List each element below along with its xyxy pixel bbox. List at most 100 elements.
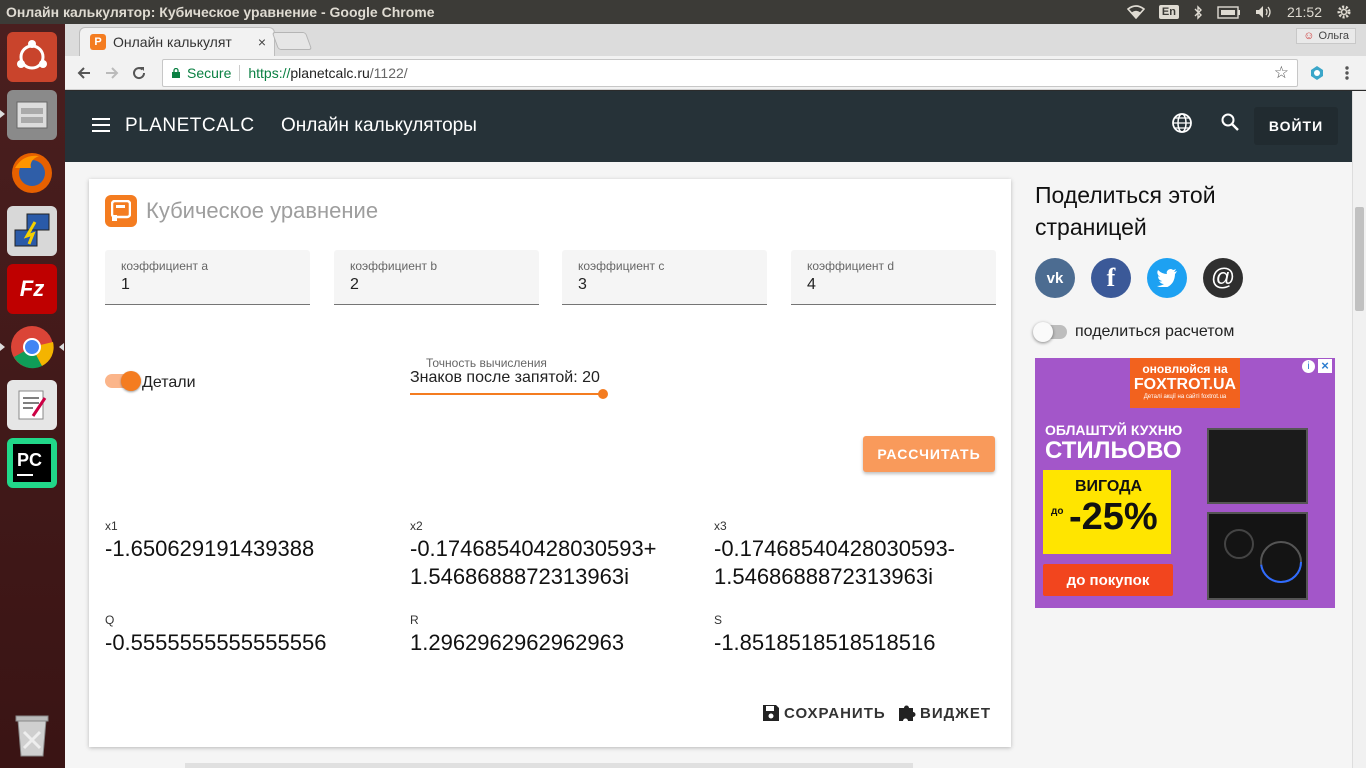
pycharm-icon[interactable]: PC: [7, 438, 57, 488]
coefficient-d-input[interactable]: [807, 276, 987, 294]
precision-label: Точность вычисления: [426, 356, 547, 370]
share-calculation-toggle[interactable]: [1033, 322, 1067, 342]
tab-close-icon[interactable]: ×: [258, 34, 266, 50]
hamburger-menu-icon[interactable]: [92, 118, 110, 136]
back-icon[interactable]: [73, 62, 95, 84]
scrollbar-thumb[interactable]: [1355, 207, 1364, 311]
browser-toolbar: Secure https:// planetcalc.ru /1122/ ☆: [65, 56, 1366, 90]
chrome-icon[interactable]: [7, 322, 57, 372]
save-button[interactable]: СОХРАНИТЬ: [761, 703, 886, 723]
ad-close-icon[interactable]: ×: [1318, 359, 1332, 373]
lock-icon: [172, 68, 180, 78]
firefox-icon[interactable]: [7, 148, 57, 198]
result-label: x1: [105, 519, 118, 533]
precision-value: Знаков после запятой: 20: [410, 369, 600, 386]
filezilla-icon[interactable]: Fz: [7, 264, 57, 314]
coefficient-b-label: коэффициент b: [350, 259, 438, 273]
ad-cta-button[interactable]: до покупок: [1043, 564, 1173, 596]
widget-label: ВИДЖЕТ: [920, 704, 992, 722]
calculator-title: Кубическое уравнение: [146, 198, 379, 223]
site-brand[interactable]: PLANETCALC: [125, 115, 255, 137]
files-icon[interactable]: [7, 90, 57, 140]
result-label: R: [410, 613, 419, 627]
keyboard-language-indicator[interactable]: En: [1158, 5, 1179, 19]
ad-promo1: ВИГОДА: [1075, 478, 1143, 495]
ad-line2: FOXTROT.UA: [1133, 376, 1237, 393]
result-x3: x3 -0.17468540428030593- 1.5468688872313…: [714, 519, 1004, 591]
email-icon[interactable]: @: [1203, 258, 1243, 298]
result-x1: x1 -1.650629191439388: [105, 519, 395, 563]
facebook-icon[interactable]: f: [1091, 258, 1131, 298]
tab-title: Онлайн калькулят: [113, 34, 232, 50]
profile-icon: ☺: [1303, 30, 1315, 42]
bluetooth-icon[interactable]: [1193, 4, 1203, 20]
coefficient-b-input[interactable]: [350, 276, 530, 294]
forward-icon[interactable]: [101, 62, 123, 84]
ad-oven-image: [1207, 428, 1308, 504]
coefficient-c-label: коэффициент c: [578, 259, 665, 273]
widget-button[interactable]: ВИДЖЕТ: [897, 703, 991, 723]
search-icon[interactable]: [1220, 112, 1240, 132]
coefficient-d-label: коэффициент d: [807, 259, 895, 273]
calculator-card: Кубическое уравнение коэффициент a коэфф…: [89, 179, 1011, 747]
twitter-icon[interactable]: [1147, 258, 1187, 298]
browser-tab[interactable]: P Онлайн калькулят ×: [79, 27, 275, 56]
planetcalc-favicon-icon: P: [90, 34, 106, 50]
ad-heading1: ОБЛАШТУЙ КУХНЮ: [1045, 422, 1183, 438]
secure-label: Secure: [187, 65, 232, 81]
extension-icon[interactable]: [1306, 62, 1328, 84]
result-value: -0.5555555555555556: [105, 630, 327, 655]
coefficient-b-field[interactable]: коэффициент b: [334, 250, 539, 305]
launcher: Fz PC: [0, 24, 65, 768]
ad-promo-box: ВИГОДА до -25%: [1043, 470, 1171, 554]
share-calculation-label: поделиться расчетом: [1075, 323, 1235, 340]
ubuntu-dash-icon[interactable]: [7, 32, 57, 82]
calculate-button[interactable]: РАССЧИТАТЬ: [863, 436, 995, 472]
reload-icon[interactable]: [128, 62, 150, 84]
profile-button[interactable]: ☺ Ольга: [1296, 28, 1356, 44]
ad-line3: Деталі акції на сайті foxtrot.ua: [1143, 394, 1227, 400]
os-top-bar: Онлайн калькулятор: Кубическое уравнение…: [0, 0, 1366, 24]
remote-desktop-icon[interactable]: [7, 206, 57, 256]
battery-icon[interactable]: [1217, 5, 1241, 19]
address-bar[interactable]: Secure https:// planetcalc.ru /1122/ ☆: [162, 59, 1298, 87]
puzzle-piece-icon: [899, 705, 916, 721]
tab-strip: P Онлайн калькулят × ☺ Ольга: [65, 24, 1366, 56]
text-editor-icon[interactable]: [7, 380, 57, 430]
coefficient-c-input[interactable]: [578, 276, 758, 294]
trash-icon[interactable]: [7, 710, 57, 760]
result-value: 1.2962962962962963: [410, 630, 625, 655]
volume-icon[interactable]: [1255, 5, 1273, 19]
vk-icon[interactable]: vk: [1035, 258, 1075, 298]
ad-info-icon[interactable]: i: [1302, 360, 1315, 373]
result-r: R 1.2962962962962963: [410, 613, 700, 657]
globe-icon[interactable]: [1171, 112, 1193, 134]
advertisement-banner[interactable]: оновлюйся на FOXTROT.UA Деталі акції на …: [1035, 358, 1335, 608]
ad-foxtrot-header: оновлюйся на FOXTROT.UA Деталі акції на …: [1130, 358, 1240, 408]
clock[interactable]: 21:52: [1287, 4, 1322, 20]
coefficient-d-field[interactable]: коэффициент d: [791, 250, 996, 305]
new-tab-button[interactable]: [271, 32, 313, 50]
wifi-icon[interactable]: [1126, 5, 1145, 19]
save-label: СОХРАНИТЬ: [784, 704, 886, 722]
site-subtitle[interactable]: Онлайн калькуляторы: [281, 115, 477, 137]
coefficient-c-field[interactable]: коэффициент c: [562, 250, 767, 305]
browser-menu-icon[interactable]: [1336, 62, 1358, 84]
bookmark-star-icon[interactable]: ☆: [1274, 63, 1289, 83]
ad-promo2: до: [1051, 506, 1064, 517]
login-button[interactable]: ВОЙТИ: [1254, 107, 1338, 145]
coefficient-a-field[interactable]: коэффициент a: [105, 250, 310, 305]
precision-slider-thumb[interactable]: [598, 389, 608, 399]
url-host: planetcalc.ru: [290, 65, 370, 81]
result-value: -0.17468540428030593+ 1.5468688872313963…: [410, 536, 657, 589]
details-toggle[interactable]: [105, 371, 141, 391]
gear-icon[interactable]: [1336, 4, 1352, 20]
result-value: -1.650629191439388: [105, 536, 315, 561]
page-scrollbar[interactable]: [1352, 91, 1366, 768]
coefficient-a-input[interactable]: [121, 276, 301, 294]
url-scheme: https://: [248, 65, 291, 81]
precision-slider[interactable]: [410, 389, 608, 399]
web-page: PLANETCALC Онлайн калькуляторы ВОЙТИ Куб…: [65, 91, 1352, 768]
coefficient-a-label: коэффициент a: [121, 259, 209, 273]
ad-heading2: СТИЛЬОВО: [1045, 437, 1182, 464]
